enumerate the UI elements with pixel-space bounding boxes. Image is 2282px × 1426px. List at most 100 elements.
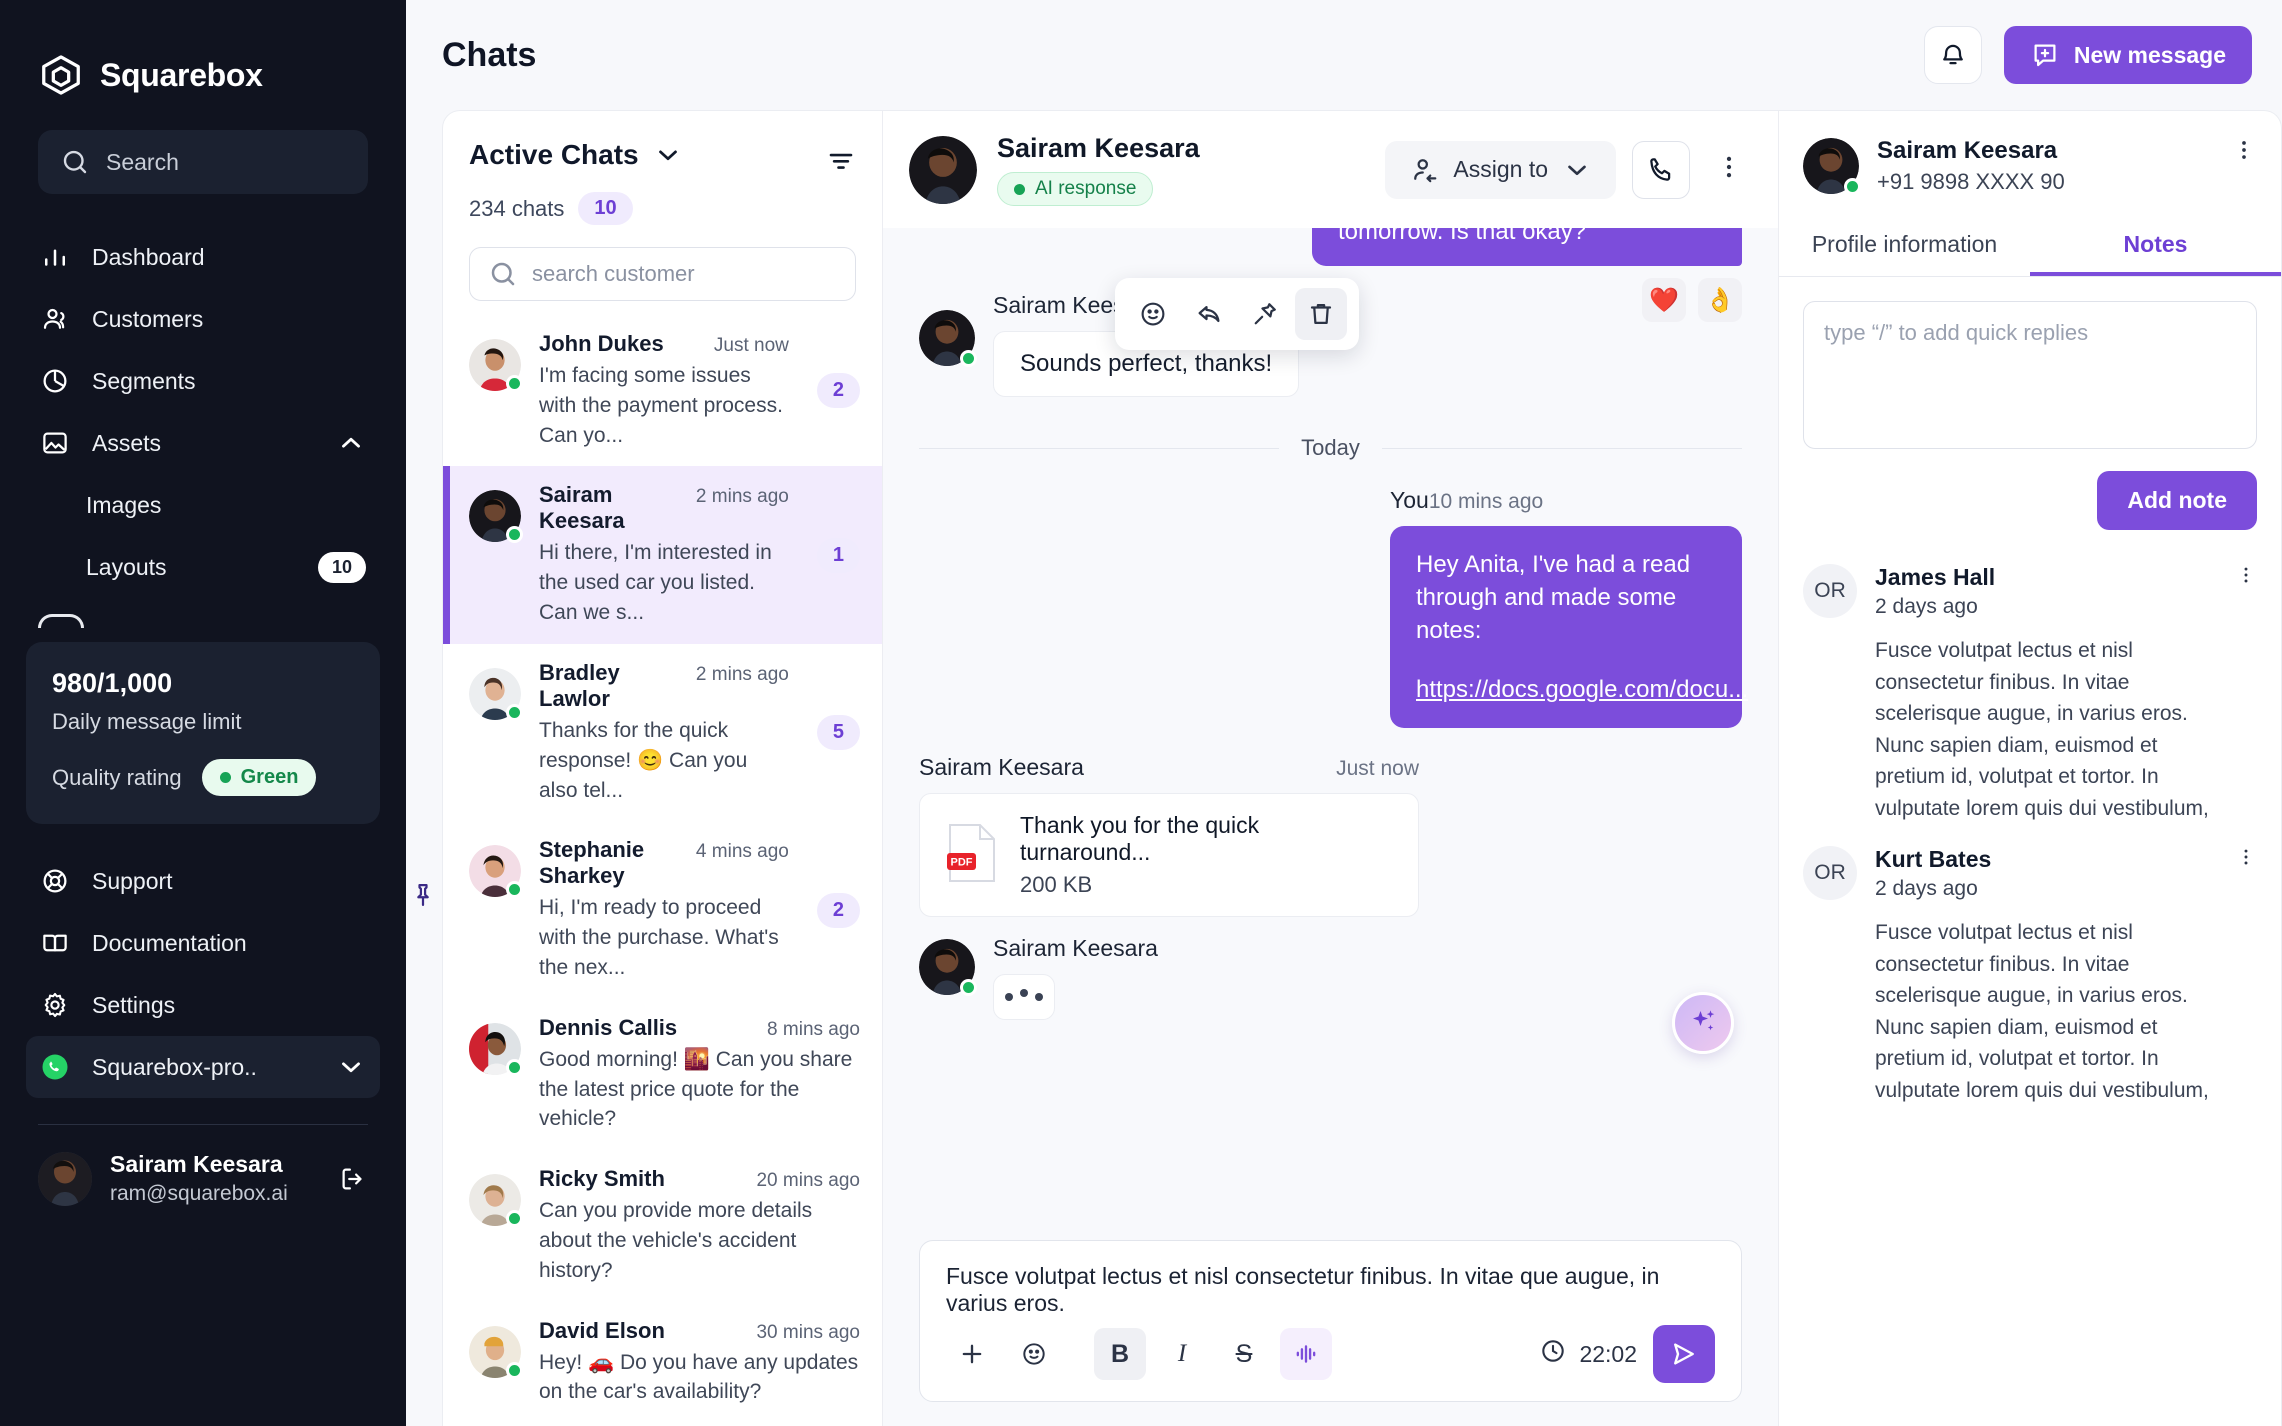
sidebar-item-segments[interactable]: Segments <box>26 350 380 412</box>
note-input[interactable]: type “/” to add quick replies <box>1803 301 2257 449</box>
panels: Active Chats 234 chats 10 search custome… <box>442 110 2282 1426</box>
bold-icon[interactable]: B <box>1094 1328 1146 1380</box>
filter-icon <box>826 145 856 175</box>
chevron-down-icon[interactable] <box>336 1052 366 1082</box>
note-more-button[interactable] <box>2235 564 2257 824</box>
online-status-dot <box>506 526 523 544</box>
file-attachment-card[interactable]: PDF Thank you for the quick turnaround..… <box>919 793 1419 918</box>
chat-item-preview: Hi there, I'm interested in the used car… <box>539 541 772 625</box>
sidebar-item-dashboard[interactable]: Dashboard <box>26 226 380 288</box>
app-root: Squarebox Search Dashboard Customers Seg… <box>0 0 2282 1426</box>
more-vertical-icon <box>1714 152 1744 182</box>
avatar <box>469 1022 523 1076</box>
add-note-button[interactable]: Add note <box>2097 471 2257 530</box>
ai-assist-button[interactable] <box>1672 992 1734 1054</box>
avatar <box>469 1325 523 1379</box>
pin-panel-handle[interactable] <box>408 880 438 910</box>
call-button[interactable] <box>1632 140 1690 199</box>
file-info: Thank you for the quick turnaround... 20… <box>1020 812 1394 898</box>
chat-item-name: John Dukes <box>539 331 664 356</box>
sidebar-item-settings[interactable]: Settings <box>26 974 380 1036</box>
chat-count-badge: 10 <box>578 192 633 225</box>
online-status-dot <box>506 703 523 721</box>
chat-item-preview: Good morning! 🌇 Can you share the latest… <box>539 1047 853 1131</box>
assign-to-button[interactable]: Assign to <box>1385 140 1616 199</box>
search-icon <box>60 147 90 177</box>
chat-list-title[interactable]: Active Chats <box>469 139 683 171</box>
chat-count-text: 234 chats <box>469 195 565 221</box>
mic-icon[interactable] <box>1280 1328 1332 1380</box>
day-separator: Today <box>919 435 1742 461</box>
note-author-avatar: OR <box>1803 846 1857 900</box>
page-title: Chats <box>442 35 537 74</box>
file-size: 200 KB <box>1020 872 1093 898</box>
online-status-dot <box>506 1210 523 1228</box>
chat-list-item[interactable]: Ricky Smith 20 mins ago Can you provide mo… <box>443 1150 882 1301</box>
pdf-file-icon: PDF <box>944 822 1000 889</box>
delete-button[interactable] <box>1295 288 1347 340</box>
assign-user-icon <box>1409 155 1439 185</box>
sidebar-profile-email: ram@squarebox.ai <box>110 1182 288 1205</box>
composer-right-tools: 22:02 <box>1539 1325 1715 1383</box>
search-icon <box>488 259 518 289</box>
message-bubble-outgoing-partial: tomorrow. Is that okay? <box>1312 228 1742 266</box>
filter-button[interactable] <box>826 139 856 180</box>
avatar <box>38 1151 92 1206</box>
emoji-icon[interactable] <box>1008 1328 1060 1380</box>
chat-list-item[interactable]: Bradley Lawlor 2 mins ago Thanks for the q… <box>443 644 882 821</box>
message-hover-toolbar <box>1115 278 1359 350</box>
message-link[interactable]: https://docs.google.com/docu... <box>1416 673 1748 706</box>
separator-line <box>919 447 1280 449</box>
contact-more-button[interactable] <box>2231 137 2257 168</box>
conversation-contact-name: Sairam Keesara <box>997 133 1200 163</box>
sidebar-item-workspace[interactable]: Squarebox-pro.. <box>26 1036 380 1098</box>
chat-list-item[interactable]: Stephanie Sharkey 4 mins ago Hi, I'm ready… <box>443 821 882 998</box>
chat-list-item[interactable]: Dennis Callis 8 mins ago Good morning! 🌇 C… <box>443 999 882 1150</box>
search-placeholder: Search <box>106 148 179 175</box>
tab-profile-information[interactable]: Profile information <box>1779 217 2030 276</box>
conversation-more-button[interactable] <box>1706 152 1752 187</box>
chat-list-item[interactable]: John Dukes Just now I'm facing some issues… <box>443 315 882 466</box>
logout-icon[interactable] <box>338 1164 368 1194</box>
daily-message-count: 980/1,000 <box>52 668 173 698</box>
conversation-header: Sairam Keesara AI response Assign to <box>883 111 1778 228</box>
message-composer[interactable]: Fusce volutpat lectus et nisl consectetu… <box>919 1240 1742 1402</box>
sidebar-profile[interactable]: Sairam Keesara ram@squarebox.ai <box>0 1125 406 1206</box>
composer-text[interactable]: Fusce volutpat lectus et nisl consectetu… <box>946 1263 1715 1317</box>
strikethrough-icon[interactable]: S <box>1218 1328 1270 1380</box>
sidebar-item-support[interactable]: Support <box>26 850 380 912</box>
composer-time-label: 22:02 <box>1579 1340 1637 1367</box>
attach-plus-icon[interactable] <box>946 1328 998 1380</box>
sidebar-item-layouts[interactable]: Layouts 10 <box>26 536 380 598</box>
clock-icon <box>1539 1337 1567 1371</box>
message-time: 10 mins ago <box>1428 490 1544 513</box>
schedule-time[interactable]: 22:02 <box>1539 1337 1637 1371</box>
search-input[interactable]: Search <box>38 130 368 194</box>
notifications-button[interactable] <box>1923 26 1982 84</box>
chevron-up-icon[interactable] <box>336 428 366 458</box>
chat-item-name: David Elson <box>539 1317 665 1343</box>
chat-item-preview: Hi, I'm ready to proceed with the purcha… <box>539 896 779 979</box>
sidebar-item-assets[interactable]: Assets <box>26 412 380 474</box>
sidebar-item-customers[interactable]: Customers <box>26 288 380 350</box>
message-file: Sairam Keesara Just now PDF Thank you fo… <box>919 754 1742 918</box>
sidebar-item-documentation[interactable]: Documentation <box>26 912 380 974</box>
reply-button[interactable] <box>1183 288 1235 340</box>
chat-list-item[interactable]: David Elson 30 mins ago Hey! 🚗 Do you have… <box>443 1302 882 1424</box>
add-reaction-button[interactable] <box>1127 288 1179 340</box>
pin-button[interactable] <box>1239 288 1291 340</box>
italic-icon[interactable]: I <box>1156 1328 1208 1380</box>
chat-list-panel: Active Chats 234 chats 10 search custome… <box>443 111 883 1426</box>
note-more-button[interactable] <box>2235 846 2257 1106</box>
avatar <box>469 1174 523 1228</box>
layouts-count-badge: 10 <box>317 551 366 583</box>
chevron-down-icon[interactable] <box>653 140 683 170</box>
new-message-icon <box>2030 40 2060 70</box>
new-message-button[interactable]: New message <box>2003 26 2252 84</box>
sidebar-item-images[interactable]: Images <box>26 474 380 536</box>
tab-notes[interactable]: Notes <box>2030 217 2281 276</box>
chat-list-item[interactable]: Sairam Keesara 2 mins ago Hi there, I'm in… <box>443 466 882 645</box>
customer-search-input[interactable]: search customer <box>469 247 856 301</box>
send-button[interactable] <box>1653 1325 1715 1383</box>
chat-item-body: Dennis Callis 8 mins ago Good morning! 🌇 C… <box>539 1015 860 1134</box>
